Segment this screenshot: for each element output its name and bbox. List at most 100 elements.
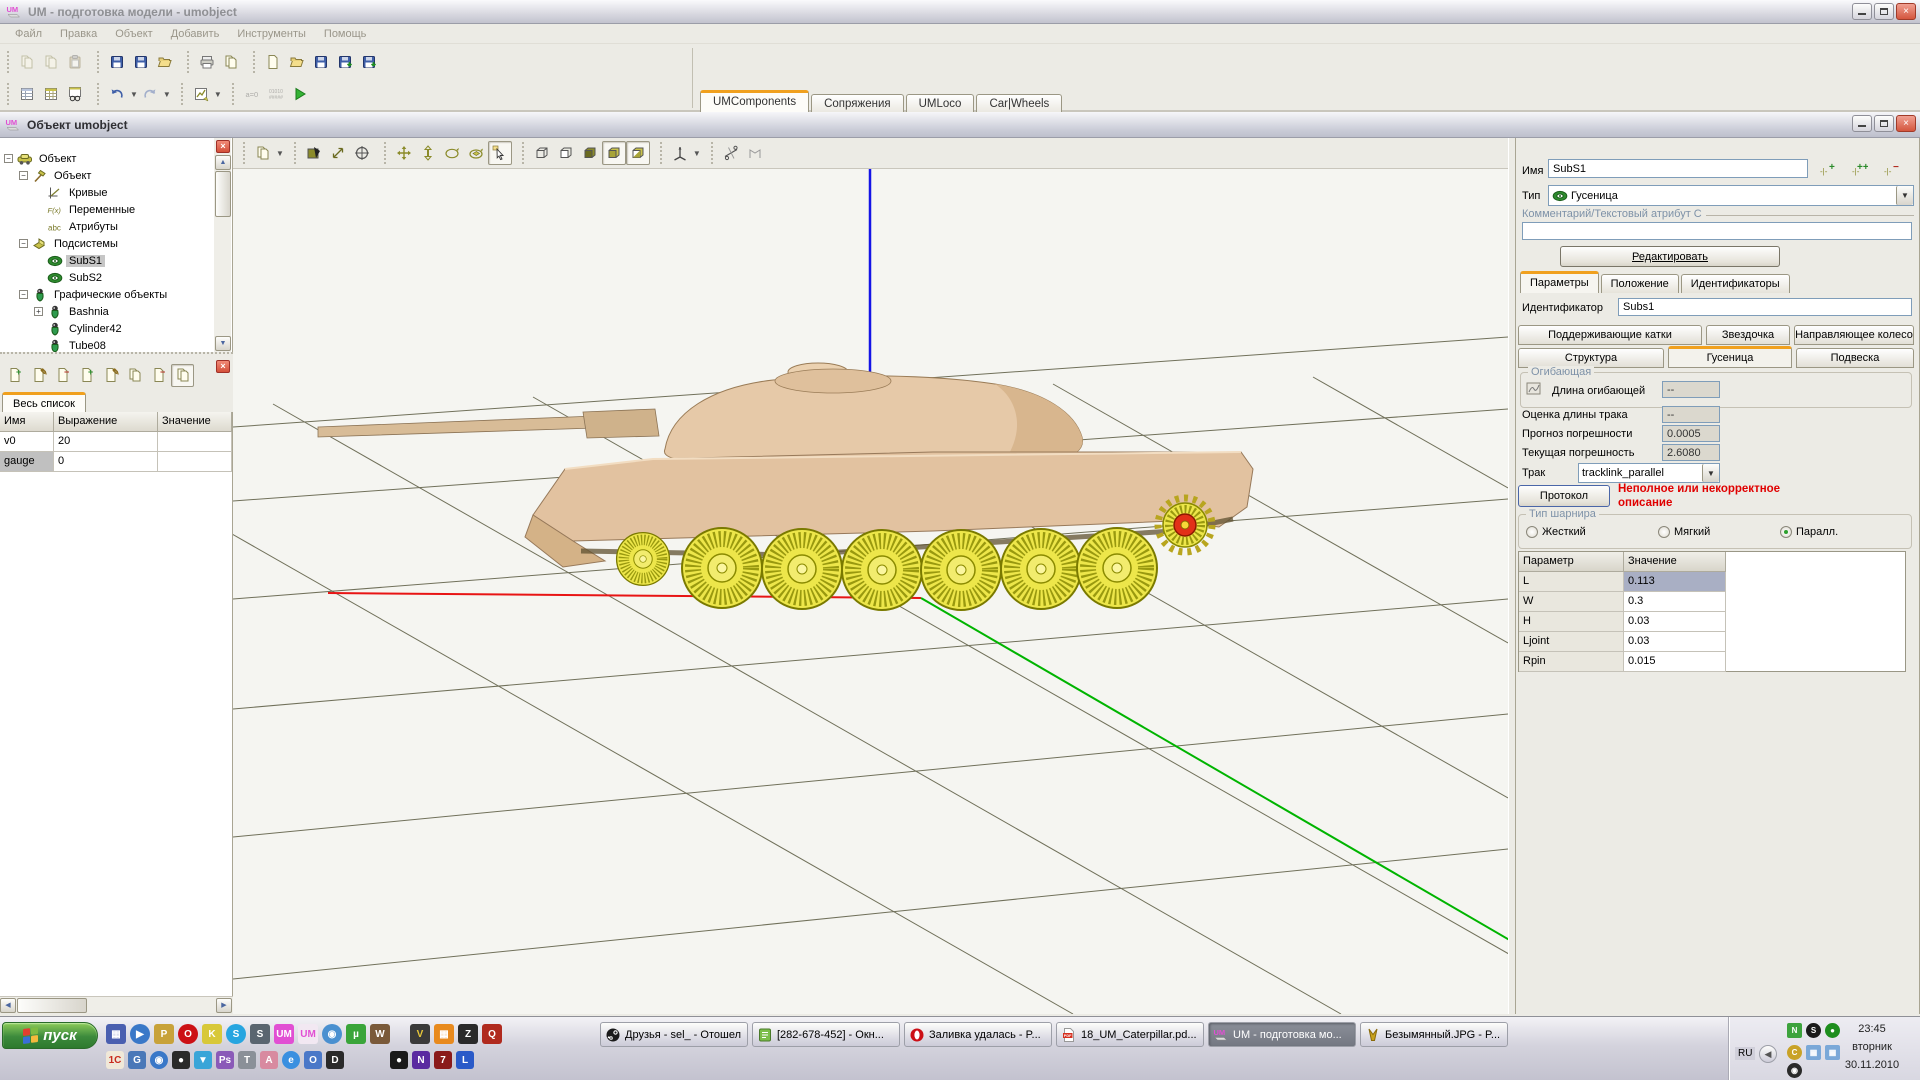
axes-button[interactable] — [668, 141, 692, 165]
cube-dark-button[interactable] — [578, 141, 602, 165]
open-folder-button[interactable] — [285, 50, 309, 74]
taskbar-button-18_UM_Caterpillar.pd...[interactable]: PDF18_UM_Caterpillar.pd... — [1056, 1022, 1204, 1047]
edit-button[interactable]: Редактировать — [1560, 246, 1780, 267]
menu-Добавить[interactable]: Добавить — [164, 26, 227, 42]
name-input[interactable] — [1548, 159, 1808, 178]
column-header-Значение[interactable]: Значение — [158, 412, 232, 432]
photoshop-icon[interactable]: Ps — [216, 1051, 234, 1069]
settings-icon[interactable]: G — [128, 1051, 146, 1069]
tree-item-Bashnia[interactable]: +Bashnia — [34, 303, 112, 320]
param-value-L[interactable]: 0.113 — [1624, 572, 1726, 592]
keys-icon[interactable]: K — [202, 1024, 222, 1044]
tree-item-Объект[interactable]: −Объект — [4, 150, 79, 167]
redo-dropdown[interactable]: ▼ — [163, 90, 171, 99]
subtab-Структура[interactable]: Структура — [1518, 348, 1664, 368]
minimize-button[interactable] — [1852, 3, 1872, 20]
steam-app-icon[interactable]: S — [250, 1024, 270, 1044]
subtab-Направляющее колесо[interactable]: Направляющее колесо — [1794, 325, 1914, 345]
hscroll-left[interactable]: ◀ — [0, 998, 16, 1013]
select-button[interactable] — [488, 141, 512, 165]
assistant-icon[interactable]: A — [260, 1051, 278, 1069]
ident-copy-button[interactable] — [123, 364, 146, 387]
start-button[interactable]: пуск — [2, 1022, 98, 1049]
camera-icon[interactable]: ● — [172, 1051, 190, 1069]
list-copy-button[interactable] — [171, 364, 194, 387]
nero-tray-icon[interactable]: ◉ — [1787, 1063, 1802, 1078]
tray-collapse-button[interactable]: ◀ — [1759, 1045, 1777, 1063]
steam-tray-icon[interactable]: S — [1806, 1023, 1821, 1038]
center-view-button[interactable] — [350, 141, 374, 165]
tree-item-Подсистемы[interactable]: −Подсистемы — [19, 235, 121, 252]
vanguard-icon[interactable]: V — [410, 1024, 430, 1044]
backup-icon[interactable]: ▦ — [106, 1024, 126, 1044]
calc-zero-button[interactable]: a=0 — [240, 82, 264, 106]
language-indicator[interactable]: RU — [1735, 1047, 1755, 1060]
pan-button[interactable] — [392, 141, 416, 165]
grid-view-button[interactable] — [63, 82, 87, 106]
save2-button[interactable] — [309, 50, 333, 74]
run-button[interactable] — [288, 82, 312, 106]
param-value-W[interactable]: 0.3 — [1624, 592, 1726, 612]
print-button[interactable] — [195, 50, 219, 74]
orbit-model-button[interactable] — [464, 141, 488, 165]
identifier-input[interactable] — [1618, 298, 1912, 316]
section-button[interactable] — [719, 141, 743, 165]
hscroll-thumb[interactable] — [17, 998, 87, 1013]
taskbar-button-UM - подготовка мо...[interactable]: UMUM - подготовка мо... — [1208, 1022, 1356, 1047]
copy-view-button[interactable] — [251, 141, 275, 165]
um-plot-icon[interactable]: UM — [298, 1024, 318, 1044]
toolbar-grip[interactable] — [711, 142, 714, 164]
tab-whole-list[interactable]: Весь список — [2, 392, 86, 412]
toolbar-grip[interactable] — [232, 83, 235, 105]
save-button[interactable] — [105, 50, 129, 74]
cell-gauge-0[interactable]: gauge — [0, 452, 54, 472]
copy-pages-button[interactable] — [219, 50, 243, 74]
save-import-button[interactable] — [333, 50, 357, 74]
undo-dropdown[interactable]: ▼ — [130, 90, 138, 99]
param-column-Значение[interactable]: Значение — [1624, 552, 1726, 572]
cell-gauge-1[interactable]: 0 — [54, 452, 158, 472]
expand-toggle[interactable]: + — [34, 307, 43, 316]
undo-button[interactable] — [105, 82, 129, 106]
nero-icon[interactable]: N — [412, 1051, 430, 1069]
param-name-W[interactable]: W — [1519, 592, 1624, 612]
param-name-Ljoint[interactable]: Ljoint — [1519, 632, 1624, 652]
tree-item-Tube08[interactable]: Tube08 — [34, 337, 109, 352]
maximize-button[interactable] — [1874, 3, 1894, 20]
cube-half-button[interactable] — [626, 141, 650, 165]
column-header-Выражение[interactable]: Выражение — [54, 412, 158, 432]
collapse-toggle[interactable]: − — [19, 171, 28, 180]
toolbar-grip[interactable] — [522, 142, 525, 164]
tab-Параметры[interactable]: Параметры — [1520, 271, 1599, 293]
open-button[interactable] — [153, 50, 177, 74]
identifiers-hscrollbar[interactable]: ◀ ▶ — [0, 996, 233, 1013]
subtab-Звездочка[interactable]: Звездочка — [1706, 325, 1790, 345]
clock-time[interactable]: 23:45 — [1832, 1023, 1912, 1035]
identifiers-close-button[interactable]: × — [216, 360, 230, 373]
wot-icon[interactable]: W — [370, 1024, 390, 1044]
z-app-icon[interactable]: Z — [458, 1024, 478, 1044]
param-name-H[interactable]: H — [1519, 612, 1624, 632]
cell-v0-0[interactable]: v0 — [0, 432, 54, 452]
opera-icon[interactable]: O — [178, 1024, 198, 1044]
office-icon[interactable]: ▦ — [434, 1024, 454, 1044]
code-button[interactable]: 01010##### — [264, 82, 288, 106]
chrome-icon[interactable]: ◉ — [322, 1024, 342, 1044]
um-input-icon[interactable]: UM — [274, 1024, 294, 1044]
close-button[interactable]: × — [1896, 3, 1916, 20]
toolbar-grip[interactable] — [97, 83, 100, 105]
chevron-down-icon[interactable]: ▼ — [1896, 186, 1913, 205]
subtab-Гусеница[interactable]: Гусеница — [1668, 346, 1792, 368]
radio-Мягкий[interactable]: Мягкий — [1658, 526, 1710, 538]
protocol-button[interactable]: Протокол — [1518, 485, 1610, 507]
cell-v0-2[interactable] — [158, 432, 232, 452]
new-button[interactable] — [261, 50, 285, 74]
tree-item-SubS1[interactable]: SubS1 — [34, 252, 105, 269]
lingvo-icon[interactable]: L — [456, 1051, 474, 1069]
ident-add-button[interactable]: + — [75, 364, 98, 387]
google-earth-icon[interactable]: ◉ — [150, 1051, 168, 1069]
toolbar-grip[interactable] — [7, 51, 10, 73]
paint-icon[interactable]: P — [154, 1024, 174, 1044]
drive-icon[interactable]: D — [326, 1051, 344, 1069]
na-status-icon[interactable]: N — [1787, 1023, 1802, 1038]
